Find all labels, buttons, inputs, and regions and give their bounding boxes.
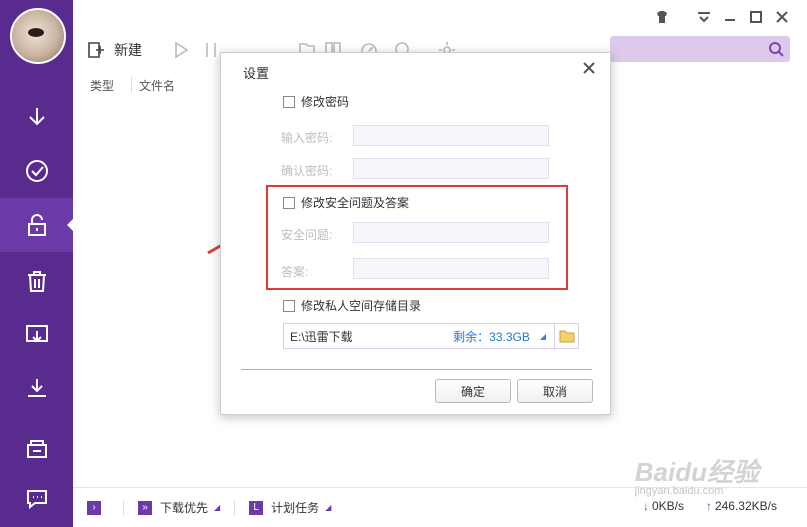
checkbox-box[interactable]	[283, 299, 295, 312]
upload-speed-value: 246.32KB/s	[714, 499, 777, 513]
dropdown-triangle-icon: ◢	[214, 503, 221, 512]
sidebar-item-tray-download[interactable]	[0, 362, 73, 416]
storage-path-select[interactable]: E:\迅雷下载 剩余：33.3GB ◢	[283, 323, 579, 349]
pause-icon[interactable]	[201, 40, 221, 60]
ok-button[interactable]: 确定	[435, 379, 511, 403]
column-type[interactable]: 类型	[73, 77, 114, 94]
download-arrow-icon	[28, 108, 45, 126]
settings-dialog: 设置 修改密码 输入密码: 确认密码: 修改安全问题及答案 安全问题: 答案: …	[220, 52, 611, 415]
schedule-icon: L	[249, 500, 264, 515]
close-window-icon[interactable]	[775, 10, 789, 24]
change-security-label: 修改安全问题及答案	[301, 196, 410, 210]
skin-icon[interactable]	[655, 10, 669, 24]
browse-folder-button[interactable]	[554, 324, 578, 348]
search-input[interactable]	[610, 36, 790, 62]
priority-icon: »	[138, 500, 152, 515]
menu-icon[interactable]	[697, 10, 711, 24]
checkbox-box[interactable]	[283, 95, 295, 108]
answer-field[interactable]	[353, 258, 549, 279]
divider	[234, 499, 236, 516]
sidebar	[0, 0, 73, 527]
new-task-label: 新建	[114, 42, 142, 58]
chevron-right-icon: ›	[87, 500, 101, 515]
folder-icon	[559, 330, 574, 343]
chat-icon	[26, 490, 47, 510]
checkbox-box[interactable]	[283, 196, 295, 209]
security-question-field[interactable]	[353, 222, 549, 243]
maximize-icon[interactable]	[749, 10, 763, 24]
change-password-label: 修改密码	[301, 95, 350, 109]
screen-download-icon	[25, 325, 48, 343]
sidebar-item-private-space[interactable]	[0, 198, 73, 252]
sidebar-item-chat[interactable]	[0, 472, 73, 526]
add-document-icon	[88, 42, 104, 58]
avatar[interactable]	[10, 8, 66, 64]
dropdown-triangle-icon[interactable]: ◢	[540, 332, 546, 341]
download-speed-value: 0KB/s	[651, 499, 684, 513]
box-icon	[26, 440, 47, 458]
storage-path: E:\迅雷下载	[290, 329, 353, 344]
play-icon[interactable]	[171, 40, 191, 60]
trash-icon	[27, 271, 46, 292]
change-storage-checkbox[interactable]: 修改私人空间存储目录	[283, 297, 421, 314]
dialog-title: 设置	[243, 66, 270, 81]
dialog-divider	[241, 369, 592, 370]
free-space: 剩余：33.3GB	[453, 329, 530, 344]
download-speed: ↓ 0KB/s	[643, 499, 684, 513]
schedule-button[interactable]: L 计划任务 ◢	[249, 499, 331, 516]
watermark: Baidu经验 jingyan.baidu.com	[635, 452, 759, 497]
tray-download-icon	[27, 379, 46, 397]
speed-display: ↓ 0KB/s ↑ 246.32KB/s	[643, 499, 777, 513]
watermark-brand: Baidu经验	[634, 457, 759, 487]
sidebar-item-box[interactable]	[0, 422, 73, 476]
schedule-label: 计划任务	[271, 501, 320, 515]
down-arrow-icon: ↓	[642, 499, 649, 513]
new-task-button[interactable]: 新建	[86, 40, 142, 60]
change-storage-label: 修改私人空间存储目录	[301, 299, 422, 313]
sidebar-item-trash[interactable]	[0, 254, 73, 308]
answer-label: 答案:	[281, 265, 309, 279]
minimize-icon[interactable]	[723, 10, 737, 24]
close-icon[interactable]	[582, 61, 596, 75]
cancel-button[interactable]: 取消	[517, 379, 593, 403]
unlock-icon	[27, 214, 46, 236]
check-circle-icon	[25, 160, 48, 182]
sidebar-item-downloading[interactable]	[0, 90, 73, 144]
sidebar-item-completed[interactable]	[0, 144, 73, 198]
security-question-label: 安全问题:	[281, 228, 333, 242]
sidebar-item-cloud-download[interactable]	[0, 308, 73, 362]
dropdown-triangle-icon: ◢	[325, 503, 332, 512]
download-priority-button[interactable]: » 下载优先 ◢	[138, 499, 220, 516]
search-icon	[769, 42, 784, 57]
confirm-password-field[interactable]	[353, 158, 549, 179]
up-arrow-icon: ↑	[705, 499, 712, 513]
change-password-checkbox[interactable]: 修改密码	[283, 93, 349, 110]
divider	[123, 499, 124, 516]
confirm-password-label: 确认密码:	[281, 164, 333, 178]
enter-password-label: 输入密码:	[281, 131, 333, 145]
enter-password-field[interactable]	[353, 125, 549, 146]
download-priority-label: 下载优先	[160, 501, 209, 515]
upload-speed: ↑ 246.32KB/s	[706, 499, 777, 513]
column-filename[interactable]: 文件名	[132, 77, 175, 94]
expand-toggle[interactable]: ›	[87, 500, 109, 515]
change-security-checkbox[interactable]: 修改安全问题及答案	[283, 194, 409, 211]
